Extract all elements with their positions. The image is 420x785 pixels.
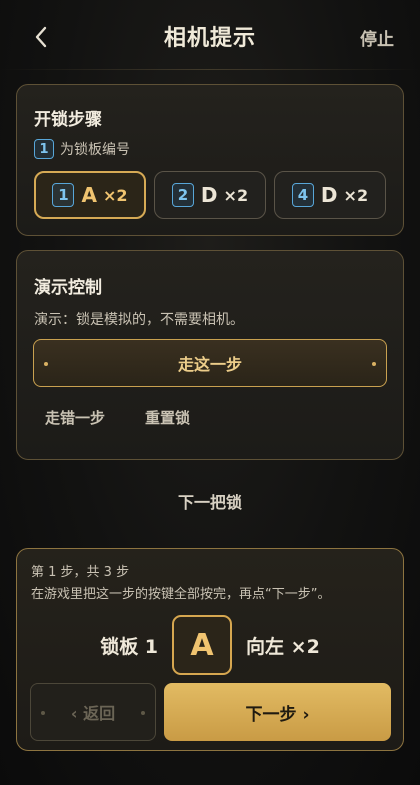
decor-dot	[372, 362, 376, 366]
stop-button[interactable]: 停止	[360, 25, 394, 50]
step-chip-2[interactable]: 2 D ×2	[154, 171, 266, 219]
header: 相机提示 停止	[0, 0, 420, 70]
step-count: ×2	[102, 185, 128, 205]
wrong-step-button[interactable]: 走错一步	[45, 407, 105, 428]
step-key: D	[200, 183, 218, 207]
plate-number-hint: 1 为锁板编号	[34, 139, 130, 159]
current-step-panel: 第 1 步，共 3 步 在游戏里把这一步的按键全部按完，再点“下一步”。 锁板 …	[16, 548, 404, 751]
decor-dot	[41, 711, 45, 715]
previous-step-label: ‹ 返回	[70, 704, 116, 723]
hint-number-badge: 1	[34, 139, 54, 159]
step-plate-badge: 2	[171, 183, 194, 207]
unlock-steps-title: 开锁步骤	[34, 110, 102, 130]
current-key: A	[172, 615, 233, 675]
step-count: ×2	[223, 185, 249, 205]
demo-control-title: 演示控制	[34, 278, 102, 298]
current-plate-label: 锁板 1	[100, 635, 159, 658]
decor-dot	[44, 362, 48, 366]
step-chip-3[interactable]: 4 D ×2	[274, 171, 386, 219]
step-chip-1[interactable]: 1 A ×2	[34, 171, 146, 219]
current-direction: 向左 ×2	[246, 635, 320, 658]
step-instruction: 在游戏里把这一步的按键全部按完，再点“下一步”。	[31, 587, 331, 602]
demo-control-card: 演示控制 演示：锁是模拟的，不需要相机。 走这一步 走错一步 重置锁	[16, 250, 404, 460]
hint-text: 为锁板编号	[60, 142, 130, 158]
unlock-steps-card: 开锁步骤 1 为锁板编号 1 A ×2 2 D ×2 4 D ×2	[16, 84, 404, 236]
step-plate-badge: 4	[291, 183, 314, 207]
step-key: D	[320, 183, 338, 207]
next-step-button[interactable]: 下一步 ›	[164, 683, 391, 741]
do-step-label: 走这一步	[177, 355, 242, 374]
next-lock-button[interactable]: 下一把锁	[0, 489, 420, 513]
step-progress: 第 1 步，共 3 步	[31, 565, 130, 580]
do-step-button[interactable]: 走这一步	[33, 339, 387, 387]
decor-dot	[141, 711, 145, 715]
step-key: A	[81, 183, 97, 207]
header-divider	[0, 69, 420, 70]
reset-lock-button[interactable]: 重置锁	[145, 407, 190, 428]
step-count: ×2	[343, 185, 369, 205]
demo-note: 演示：锁是模拟的，不需要相机。	[34, 312, 244, 328]
current-step-display: 锁板 1 A 向左 ×2	[17, 613, 403, 677]
step-plate-badge: 1	[52, 183, 75, 207]
previous-step-button[interactable]: ‹ 返回	[30, 683, 156, 741]
page-title: 相机提示	[163, 26, 256, 51]
